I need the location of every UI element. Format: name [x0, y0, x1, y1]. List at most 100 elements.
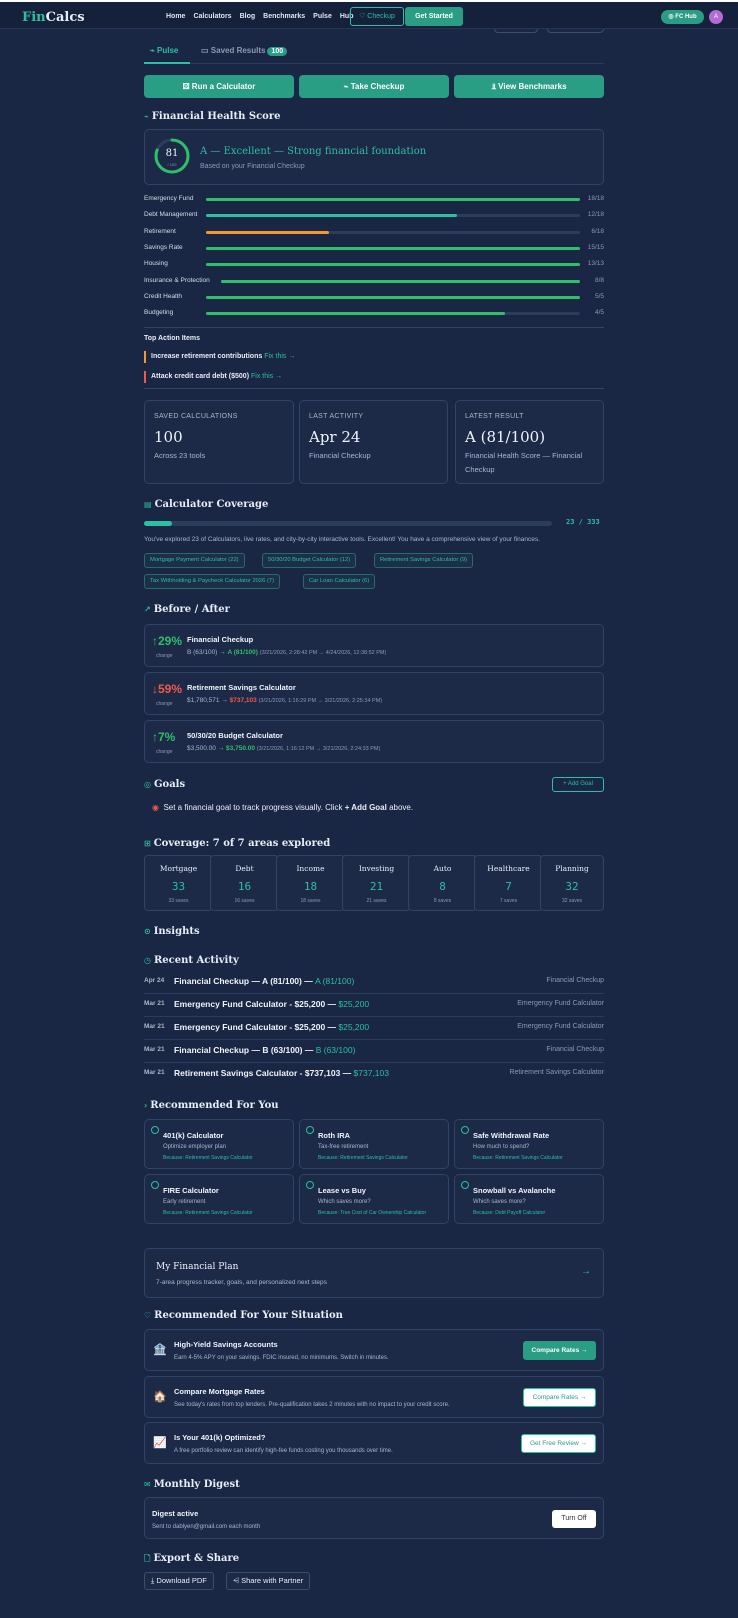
trend-icon: ↗ [144, 605, 151, 614]
target-icon: ◎ [144, 780, 151, 789]
score-bar-track [206, 295, 580, 299]
nav-blog[interactable]: Blog [240, 13, 256, 20]
bank-icon: 🏦 [153, 1344, 167, 1356]
stat-value: A (81/100) [465, 428, 546, 446]
document-icon: 🗋 [144, 1554, 151, 1563]
action-item[interactable]: Increase retirement contributions Fix th… [144, 351, 295, 363]
score-bar-label: Budgeting [144, 309, 174, 317]
change-label: change [156, 653, 173, 659]
item-title: Retirement Savings Calculator [187, 683, 296, 692]
recommendation-card[interactable]: Roth IRA Tax-free retirement Because: Reti… [299, 1119, 449, 1169]
nav-benchmarks[interactable]: Benchmarks [263, 13, 305, 20]
top-actions-heading: Top Action Items [144, 335, 200, 342]
avatar[interactable]: A [709, 10, 723, 24]
nav-home[interactable]: Home [166, 13, 185, 20]
score-bar-value: 13/13 [587, 260, 604, 268]
stat-title: LATEST RESULT [465, 413, 524, 420]
activity-row[interactable]: Mar 21 Emergency Fund Calculator - $25,20… [144, 1017, 604, 1040]
goals-empty-text: ◉ Set a financial goal to track progress… [152, 803, 414, 812]
stat-sub: Financial Checkup [309, 451, 371, 460]
recommendation-card[interactable]: 401(k) Calculator Optimize employer plan B… [144, 1119, 294, 1169]
calculator-chip[interactable]: 50/30/20 Budget Calculator (12) [262, 553, 357, 568]
stat-card-latest-result: LATEST RESULT A (81/100) Financial Healt… [455, 400, 604, 484]
change-label: change [156, 701, 173, 707]
goals-heading: ◎ Goals [144, 779, 186, 790]
score-bar-value: 5/5 [594, 292, 604, 300]
stat-sub: Financial Health Score — Financial Check… [465, 451, 583, 474]
score-bar-label: Housing [144, 260, 168, 268]
clock-icon: ◷ [144, 956, 151, 965]
recommendation-card[interactable]: Safe Withdrawal Rate How much to spend? Be… [454, 1119, 604, 1169]
main-nav: Home Calculators Blog Benchmarks Pulse H… [166, 13, 353, 20]
nav-pulse[interactable]: Pulse [313, 13, 332, 20]
area-card-mortgage[interactable]: Mortgage 33 33 saves [144, 855, 213, 911]
fc-hub-button[interactable]: ◎ FC Hub [661, 10, 704, 24]
coverage-progress-bar [144, 521, 552, 526]
download-pdf-button[interactable]: ⤓ Download PDF [144, 1572, 214, 1590]
insights-heading[interactable]: ⊙ Insights [144, 926, 200, 937]
score-max: / 100 [168, 162, 178, 167]
score-bar-fill [206, 263, 580, 267]
tab-pulse[interactable]: ⌁ Pulse [150, 46, 178, 55]
recommendation-card[interactable]: Snowball vs Avalanche Which saves more? Be… [454, 1174, 604, 1224]
calculator-chip[interactable]: Mortgage Payment Calculator (22) [144, 553, 245, 568]
calculator-icon [306, 1181, 314, 1189]
plan-sub: 7-area progress tracker, goals, and pers… [156, 1279, 327, 1286]
before-after-item: ↑7% change 50/30/20 Budget Calculator $3… [144, 720, 604, 763]
nav-calculators[interactable]: Calculators [193, 13, 231, 20]
calculator-chip[interactable]: Retirement Savings Calculator (9) [374, 553, 473, 568]
coverage-description: You've explored 23 of Calculators, live … [144, 536, 540, 543]
calculator-chip[interactable]: Car Loan Calculator (6) [303, 574, 376, 589]
recommendation-card[interactable]: FIRE Calculator Early retirement Because: … [144, 1174, 294, 1224]
fix-this-link[interactable]: Fix this → [264, 353, 295, 360]
get-started-button[interactable]: Get Started [405, 7, 463, 26]
score-bar-track [221, 279, 580, 283]
share-with-partner-button[interactable]: ⩤ Share with Partner [226, 1572, 311, 1590]
recommendation-card[interactable]: Lease vs Buy Which saves more? Because: Tr… [299, 1174, 449, 1224]
score-bar-row: Savings Rate 15/15 [144, 244, 604, 254]
score-bar-value: 12/18 [587, 211, 604, 219]
add-goal-button[interactable]: + Add Goal [552, 777, 604, 792]
score-bar-row: Emergency Fund 18/18 [144, 195, 604, 205]
digest-status: Digest active [152, 1509, 199, 1518]
activity-row[interactable]: Mar 21 Financial Checkup — B (63/100) — B… [144, 1040, 604, 1063]
turn-off-button[interactable]: Turn Off [552, 1510, 596, 1528]
fix-this-link[interactable]: Fix this → [251, 373, 282, 380]
score-bar-value: 15/15 [587, 243, 604, 251]
area-card-healthcare[interactable]: Healthcare 7 7 saves [474, 855, 543, 911]
view-benchmarks-button[interactable]: ⫫ View Benchmarks [454, 75, 604, 98]
activity-row[interactable]: Mar 21 Retirement Savings Calculator - $7… [144, 1063, 604, 1086]
compare-rates-button[interactable]: Compare Rates → [523, 1341, 596, 1360]
item-detail: B (63/100) → A (81/100) (3/21/2026, 2:28… [187, 649, 387, 656]
logo[interactable]: FinCalcs [22, 10, 85, 25]
take-checkup-button[interactable]: ⌁ Take Checkup [299, 75, 449, 98]
get-free-review-button[interactable]: Get Free Review → [521, 1434, 596, 1453]
area-card-auto[interactable]: Auto 8 8 saves [408, 855, 477, 911]
grade-text: A — Excellent — Strong financial foundat… [200, 146, 427, 157]
area-card-debt[interactable]: Debt 16 16 saves [210, 855, 279, 911]
financial-plan-card[interactable]: My Financial Plan 7-area progress tracke… [144, 1248, 604, 1298]
checkup-button[interactable]: ♡ Checkup [350, 7, 404, 26]
calculator-chip[interactable]: Tax Withholding & Paycheck Calculator 20… [144, 574, 281, 589]
calculator-icon [461, 1126, 469, 1134]
compare-mortgage-rates-button[interactable]: Compare Rates → [523, 1388, 596, 1407]
activity-row[interactable]: Apr 24 Financial Checkup — A (81/100) — A… [144, 971, 604, 994]
dart-icon: ◉ [152, 803, 159, 812]
recommended-heading: › Recommended For You [144, 1100, 279, 1111]
area-card-investing[interactable]: Investing 21 21 saves [342, 855, 411, 911]
score-bar-fill [206, 214, 457, 218]
score-bar-track [206, 246, 580, 250]
activity-row[interactable]: Mar 21 Emergency Fund Calculator - $25,20… [144, 994, 604, 1017]
grade-subtext: Based on your Financial Checkup [200, 163, 305, 170]
action-item[interactable]: Attack credit card debt ($500) Fix this … [144, 371, 282, 383]
before-after-item: ↓59% change Retirement Savings Calculato… [144, 672, 604, 715]
area-card-income[interactable]: Income 18 18 saves [276, 855, 345, 911]
before-after-item: ↑29% change Financial Checkup B (63/100)… [144, 624, 604, 667]
tab-saved-results[interactable]: ▭ Saved Results 100 [201, 46, 288, 56]
chevron-right-icon: ⊙ [144, 927, 151, 936]
action-marker [144, 351, 146, 363]
plan-title: My Financial Plan [156, 1262, 239, 1272]
situation-heading: ♡ Recommended For Your Situation [144, 1310, 343, 1321]
run-calculator-button[interactable]: ⚄ Run a Calculator [144, 75, 294, 98]
area-card-planning[interactable]: Planning 32 32 saves [540, 855, 604, 911]
